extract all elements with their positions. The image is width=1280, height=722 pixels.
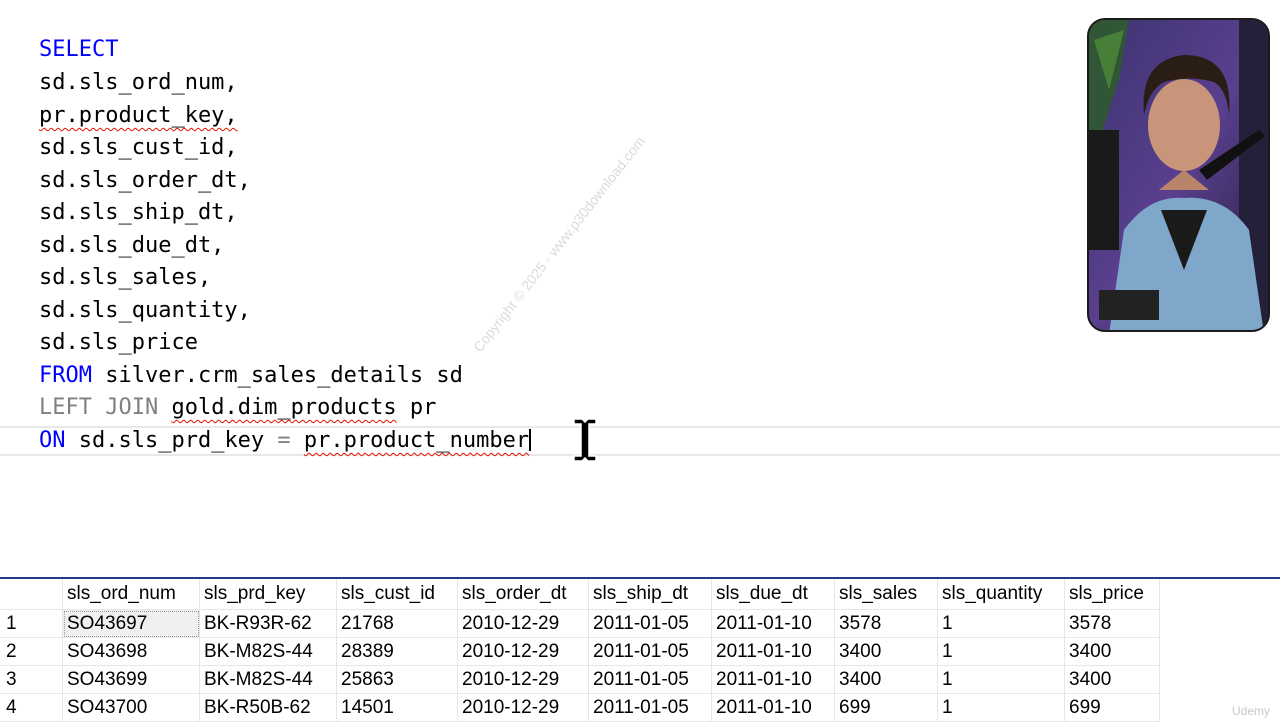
column-header[interactable]: sls_ord_num	[62, 579, 200, 610]
table-cell[interactable]: 3400	[1064, 665, 1160, 694]
code-line-5: sd.sls_order_dt,	[39, 168, 251, 193]
table-cell[interactable]: 1	[937, 693, 1065, 722]
code-line-7: sd.sls_due_dt,	[39, 233, 225, 258]
keyword-left-join: LEFT JOIN	[39, 395, 159, 420]
code-line-9: sd.sls_quantity,	[39, 298, 251, 323]
table-cell[interactable]: SO43697	[62, 609, 200, 638]
results-grid[interactable]: sls_ord_num sls_prd_key sls_cust_id sls_…	[0, 577, 1280, 722]
column-header[interactable]: sls_sales	[834, 579, 938, 610]
table-cell[interactable]: SO43699	[62, 665, 200, 694]
table-cell[interactable]: 1	[937, 665, 1065, 694]
table-cell[interactable]: 2011-01-05	[588, 665, 712, 694]
column-header[interactable]: sls_prd_key	[199, 579, 337, 610]
presenter-video-frame	[1089, 20, 1268, 330]
keyword-select: SELECT	[39, 37, 119, 62]
table-cell[interactable]: 2011-01-05	[588, 693, 712, 722]
table-cell[interactable]: 14501	[336, 693, 458, 722]
row-number[interactable]: 4	[0, 693, 63, 722]
results-table: sls_ord_num sls_prd_key sls_cust_id sls_…	[0, 579, 1160, 722]
code-line-3: pr.product_key,	[39, 100, 238, 132]
header-row: sls_ord_num sls_prd_key sls_cust_id sls_…	[0, 579, 1160, 610]
table-cell[interactable]: 1	[937, 609, 1065, 638]
code-line-2: sd.sls_ord_num,	[39, 70, 238, 95]
table-cell[interactable]: 2010-12-29	[457, 609, 589, 638]
keyword-on: ON	[39, 428, 66, 453]
column-header[interactable]: sls_order_dt	[457, 579, 589, 610]
code-line-4: sd.sls_cust_id,	[39, 135, 238, 160]
table-cell[interactable]: 2010-12-29	[457, 665, 589, 694]
column-header[interactable]: sls_price	[1064, 579, 1160, 610]
table-cell[interactable]: SO43698	[62, 637, 200, 666]
from-table: silver.crm_sales_details sd	[91, 363, 463, 388]
table-cell[interactable]: 3400	[1064, 637, 1160, 666]
code-line-13: ON sd.sls_prd_key = pr.product_number	[39, 425, 532, 457]
watermark: Copyright © 2025 - www.p30download.com	[470, 133, 649, 355]
table-cell[interactable]: BK-R50B-62	[199, 693, 337, 722]
table-cell[interactable]: 2011-01-10	[711, 693, 835, 722]
join-alias: pr	[396, 395, 437, 420]
table-cell[interactable]: 3400	[834, 665, 938, 694]
table-cell[interactable]: 1	[937, 637, 1065, 666]
column-header[interactable]: sls_due_dt	[711, 579, 835, 610]
presenter-webcam	[1087, 18, 1270, 332]
table-row: 4 SO43700 BK-R50B-62 14501 2010-12-29 20…	[0, 693, 1160, 722]
error-squiggle-product-number: pr.product_number	[303, 428, 530, 453]
table-cell[interactable]: 2010-12-29	[457, 637, 589, 666]
table-cell[interactable]: SO43700	[62, 693, 200, 722]
table-cell[interactable]: BK-R93R-62	[199, 609, 337, 638]
table-cell[interactable]: 2011-01-10	[711, 637, 835, 666]
error-squiggle-product-key: pr.product_key,	[39, 103, 238, 128]
column-header[interactable]: sls_ship_dt	[588, 579, 712, 610]
row-number[interactable]: 1	[0, 609, 63, 638]
table-cell[interactable]: 699	[1064, 693, 1160, 722]
table-cell[interactable]: 2011-01-05	[588, 609, 712, 638]
table-cell[interactable]: 21768	[336, 609, 458, 638]
code-line-12: LEFT JOIN gold.dim_products pr	[39, 392, 436, 424]
join-left-operand: sd.sls_prd_key	[65, 428, 278, 453]
table-cell[interactable]: 2011-01-10	[711, 665, 835, 694]
table-cell[interactable]: 3400	[834, 637, 938, 666]
udemy-logo: Udemy	[1231, 704, 1270, 718]
table-cell[interactable]: 699	[834, 693, 938, 722]
text-caret	[529, 429, 532, 451]
table-row: 1 SO43697 BK-R93R-62 21768 2010-12-29 20…	[0, 609, 1160, 638]
code-line-1: SELECT	[39, 34, 118, 66]
equals-operator: =	[277, 428, 291, 453]
code-line-8: sd.sls_sales,	[39, 265, 212, 290]
table-cell[interactable]: BK-M82S-44	[199, 637, 337, 666]
table-cell[interactable]: BK-M82S-44	[199, 665, 337, 694]
column-header[interactable]: sls_cust_id	[336, 579, 458, 610]
column-header-rownum[interactable]	[0, 579, 63, 610]
table-cell[interactable]: 28389	[336, 637, 458, 666]
ibeam-cursor-icon	[573, 418, 597, 462]
code-line-11: FROM silver.crm_sales_details sd	[39, 360, 463, 392]
table-cell[interactable]: 3578	[834, 609, 938, 638]
code-line-6: sd.sls_ship_dt,	[39, 200, 238, 225]
table-cell[interactable]: 25863	[336, 665, 458, 694]
code-line-10: sd.sls_price	[39, 330, 198, 355]
table-cell[interactable]: 2011-01-05	[588, 637, 712, 666]
keyword-from: FROM	[39, 363, 92, 388]
table-row: 3 SO43699 BK-M82S-44 25863 2010-12-29 20…	[0, 665, 1160, 694]
table-cell[interactable]: 2011-01-10	[711, 609, 835, 638]
row-number[interactable]: 2	[0, 637, 63, 666]
table-cell[interactable]: 3578	[1064, 609, 1160, 638]
row-number[interactable]: 3	[0, 665, 63, 694]
table-cell[interactable]: 2010-12-29	[457, 693, 589, 722]
error-squiggle-dim-products: gold.dim_products	[171, 395, 397, 420]
column-header[interactable]: sls_quantity	[937, 579, 1065, 610]
table-row: 2 SO43698 BK-M82S-44 28389 2010-12-29 20…	[0, 637, 1160, 666]
